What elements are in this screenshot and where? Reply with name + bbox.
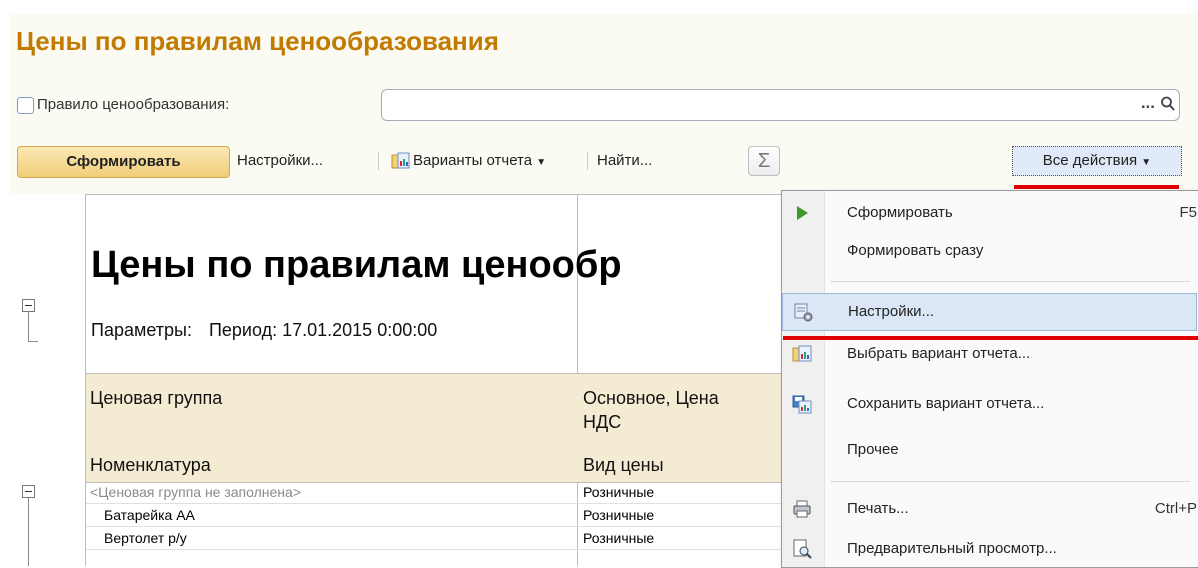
toolbar-separator: [587, 152, 588, 170]
select-button[interactable]: ...: [1141, 93, 1155, 113]
pricing-rule-checkbox[interactable]: [17, 97, 34, 114]
menu-item-label: Настройки...: [848, 303, 935, 320]
save-variant-icon: [792, 394, 812, 414]
emphasis-underline: [783, 336, 1198, 340]
menu-item-label: Предварительный просмотр...: [847, 540, 1057, 557]
menu-item-shortcut: F5: [1179, 204, 1197, 221]
outer-margin-left: [0, 0, 10, 566]
menu-item-shortcut: Ctrl+P: [1154, 500, 1197, 517]
tree-line: [28, 341, 38, 342]
find-button[interactable]: Найти...: [597, 147, 652, 175]
row-name: Вертолет р/у: [104, 530, 187, 546]
row-price-type: Розничные: [583, 530, 655, 546]
menu-item-label: Печать...: [847, 500, 909, 517]
menu-item-label: Сохранить вариант отчета...: [847, 395, 1045, 412]
column-nomenclature: Номенклатура: [90, 455, 211, 475]
printer-icon: [792, 499, 812, 519]
menu-separator: [830, 481, 1190, 482]
all-actions-menu: Сформировать F5 Формировать сразу Настро…: [781, 190, 1198, 568]
sum-button[interactable]: Σ: [748, 146, 780, 176]
tree-line: [28, 312, 29, 342]
report-heading: Цены по правилам ценообр: [91, 244, 622, 286]
menu-item-label: Формировать сразу: [847, 242, 984, 259]
menu-separator: [830, 281, 1190, 282]
menu-item-label: Прочее: [847, 441, 899, 458]
emphasis-underline: [1014, 185, 1179, 189]
preview-icon: [792, 539, 812, 559]
grouping-gutter: [10, 194, 86, 566]
menu-item-generate[interactable]: Сформировать F5: [782, 195, 1198, 231]
menu-item-label: Сформировать: [847, 204, 953, 221]
column-base-price-line1: Основное, Цена: [583, 388, 719, 408]
menu-item-preview[interactable]: Предварительный просмотр...: [782, 531, 1198, 567]
params-label: Параметры:: [91, 320, 192, 340]
menu-item-other[interactable]: Прочее: [782, 432, 1198, 468]
generate-button[interactable]: Сформировать: [17, 146, 230, 178]
play-icon: [792, 203, 812, 223]
tree-line: [28, 498, 29, 566]
settings-button[interactable]: Настройки...: [237, 147, 323, 175]
dropdown-arrow-icon: ▼: [536, 157, 547, 168]
report-variants-button[interactable]: Варианты отчета ▼: [413, 147, 546, 175]
all-actions-label: Все действия: [1042, 152, 1138, 169]
menu-item-save-variant[interactable]: Сохранить вариант отчета...: [782, 386, 1198, 422]
menu-item-label: Выбрать вариант отчета...: [847, 345, 1031, 362]
report-window: Цены по правилам ценообразования Правило…: [0, 0, 1198, 568]
row-price-type: Розничные: [583, 507, 655, 523]
column-price-type: Вид цены: [583, 455, 664, 475]
search-icon[interactable]: [1160, 95, 1176, 113]
collapse-icon[interactable]: [22, 485, 35, 498]
menu-item-generate-immediately[interactable]: Формировать сразу: [782, 233, 1198, 269]
report-variant-icon: [792, 344, 812, 364]
pricing-rule-label: Правило ценообразования:: [37, 96, 230, 113]
menu-item-select-variant[interactable]: Выбрать вариант отчета...: [782, 336, 1198, 372]
params-value: Период: 17.01.2015 0:00:00: [208, 320, 438, 340]
column-price-group: Ценовая группа: [90, 388, 223, 408]
column-base-price-line2: НДС: [583, 412, 622, 432]
pricing-rule-input[interactable]: ...: [381, 89, 1180, 121]
menu-item-settings[interactable]: Настройки...: [782, 293, 1197, 331]
collapse-icon[interactable]: [22, 299, 35, 312]
menu-item-print[interactable]: Печать... Ctrl+P: [782, 491, 1198, 527]
dropdown-arrow-icon: ▼: [1141, 157, 1152, 168]
all-actions-button[interactable]: Все действия ▼: [1012, 146, 1182, 176]
report-parameters: Параметры: Период: 17.01.2015 0:00:00: [91, 320, 437, 341]
outer-margin: [0, 0, 1198, 14]
report-variants-label: Варианты отчета: [413, 152, 533, 169]
row-name: <Ценовая группа не заполнена>: [90, 484, 301, 500]
report-variants-icon[interactable]: [391, 147, 411, 175]
toolbar-separator: [378, 152, 379, 170]
row-name: Батарейка АА: [104, 507, 195, 523]
row-price-type: Розничные: [583, 484, 655, 500]
settings-icon: [793, 302, 813, 322]
page-title: Цены по правилам ценообразования: [16, 26, 499, 56]
